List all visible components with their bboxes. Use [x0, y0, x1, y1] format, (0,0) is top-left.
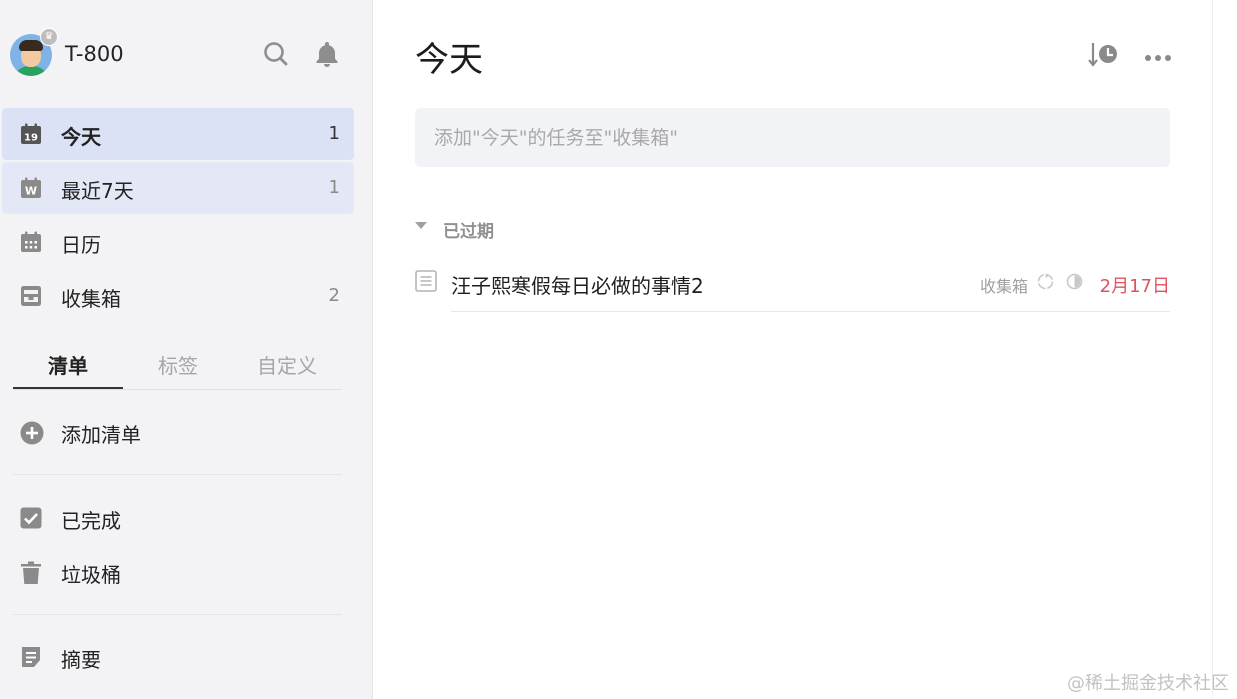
add-list-button[interactable]: 添加清单 — [2, 406, 354, 458]
task-due-date[interactable]: 2月17日 — [1100, 272, 1170, 298]
search-icon[interactable] — [263, 41, 289, 71]
svg-text:19: 19 — [24, 133, 38, 144]
nav-count: 2 — [328, 285, 340, 306]
active-tab-indicator — [13, 387, 123, 389]
calendar-icon — [20, 231, 42, 253]
tab-lists[interactable]: 清单 — [13, 350, 123, 379]
nav-label: 收集箱 — [61, 287, 121, 311]
add-task-input[interactable] — [415, 108, 1170, 167]
inbox-icon — [20, 285, 42, 307]
add-circle-icon — [20, 421, 44, 445]
nav-item-inbox[interactable]: 收集箱 2 — [2, 270, 354, 322]
nav-count: 1 — [328, 177, 340, 198]
section-title: 已过期 — [443, 222, 494, 242]
nav-count: 1 — [328, 123, 340, 144]
user-header: ♛ T-800 — [10, 28, 355, 76]
nav-label: 日历 — [61, 233, 101, 257]
progress-icon — [1066, 273, 1083, 294]
task-divider — [451, 311, 1170, 312]
calendar-today-icon: 19 — [20, 123, 42, 145]
svg-text:W: W — [25, 185, 37, 198]
section-overdue[interactable]: 已过期 — [415, 215, 715, 242]
collapse-triangle-icon[interactable] — [415, 222, 427, 229]
add-list-label: 添加清单 — [61, 423, 141, 447]
nav-item-today[interactable]: 19 今天 1 — [2, 108, 354, 160]
note-icon[interactable] — [415, 270, 437, 296]
checkbox-icon — [20, 507, 42, 529]
calendar-week-icon: W — [20, 177, 42, 199]
nav-label: 已完成 — [61, 509, 121, 533]
nav-item-completed[interactable]: 已完成 — [2, 492, 354, 544]
nav-item-next-7-days[interactable]: W 最近7天 1 — [2, 162, 354, 214]
list-tabs: 清单 标签 自定义 — [13, 343, 342, 390]
panel-border — [1212, 0, 1213, 699]
nav-item-calendar[interactable]: 日历 — [2, 216, 354, 268]
more-icon[interactable] — [1144, 48, 1172, 67]
trash-icon — [20, 561, 42, 584]
nav-item-summary[interactable]: 摘要 — [2, 631, 354, 683]
username[interactable]: T-800 — [65, 42, 124, 66]
task-title[interactable]: 汪子熙寒假每日必做的事情2 — [451, 270, 704, 299]
divider — [13, 614, 342, 615]
nav-label: 今天 — [61, 125, 101, 149]
task-list-tag: 收集箱 — [980, 277, 1029, 296]
nav-label: 垃圾桶 — [61, 563, 121, 587]
task-row[interactable]: 汪子熙寒假每日必做的事情2 收集箱 2月17日 — [415, 262, 1170, 312]
summary-icon — [20, 646, 42, 668]
watermark: @稀土掘金技术社区 — [1067, 673, 1229, 694]
repeat-icon — [1037, 273, 1054, 294]
crown-icon: ♛ — [40, 28, 58, 46]
sort-clock-icon[interactable] — [1088, 40, 1120, 72]
nav-label: 摘要 — [61, 648, 101, 672]
sidebar: ♛ T-800 19 今天 1 W 最近7天 1 日历 收集箱 2 清单 标签 … — [0, 0, 373, 699]
bell-icon[interactable] — [315, 40, 339, 72]
tab-custom[interactable]: 自定义 — [232, 350, 342, 379]
divider — [13, 474, 342, 475]
page-title: 今天 — [415, 40, 483, 80]
nav-item-trash[interactable]: 垃圾桶 — [2, 546, 354, 598]
tab-tags[interactable]: 标签 — [123, 350, 233, 379]
nav-label: 最近7天 — [61, 179, 134, 203]
